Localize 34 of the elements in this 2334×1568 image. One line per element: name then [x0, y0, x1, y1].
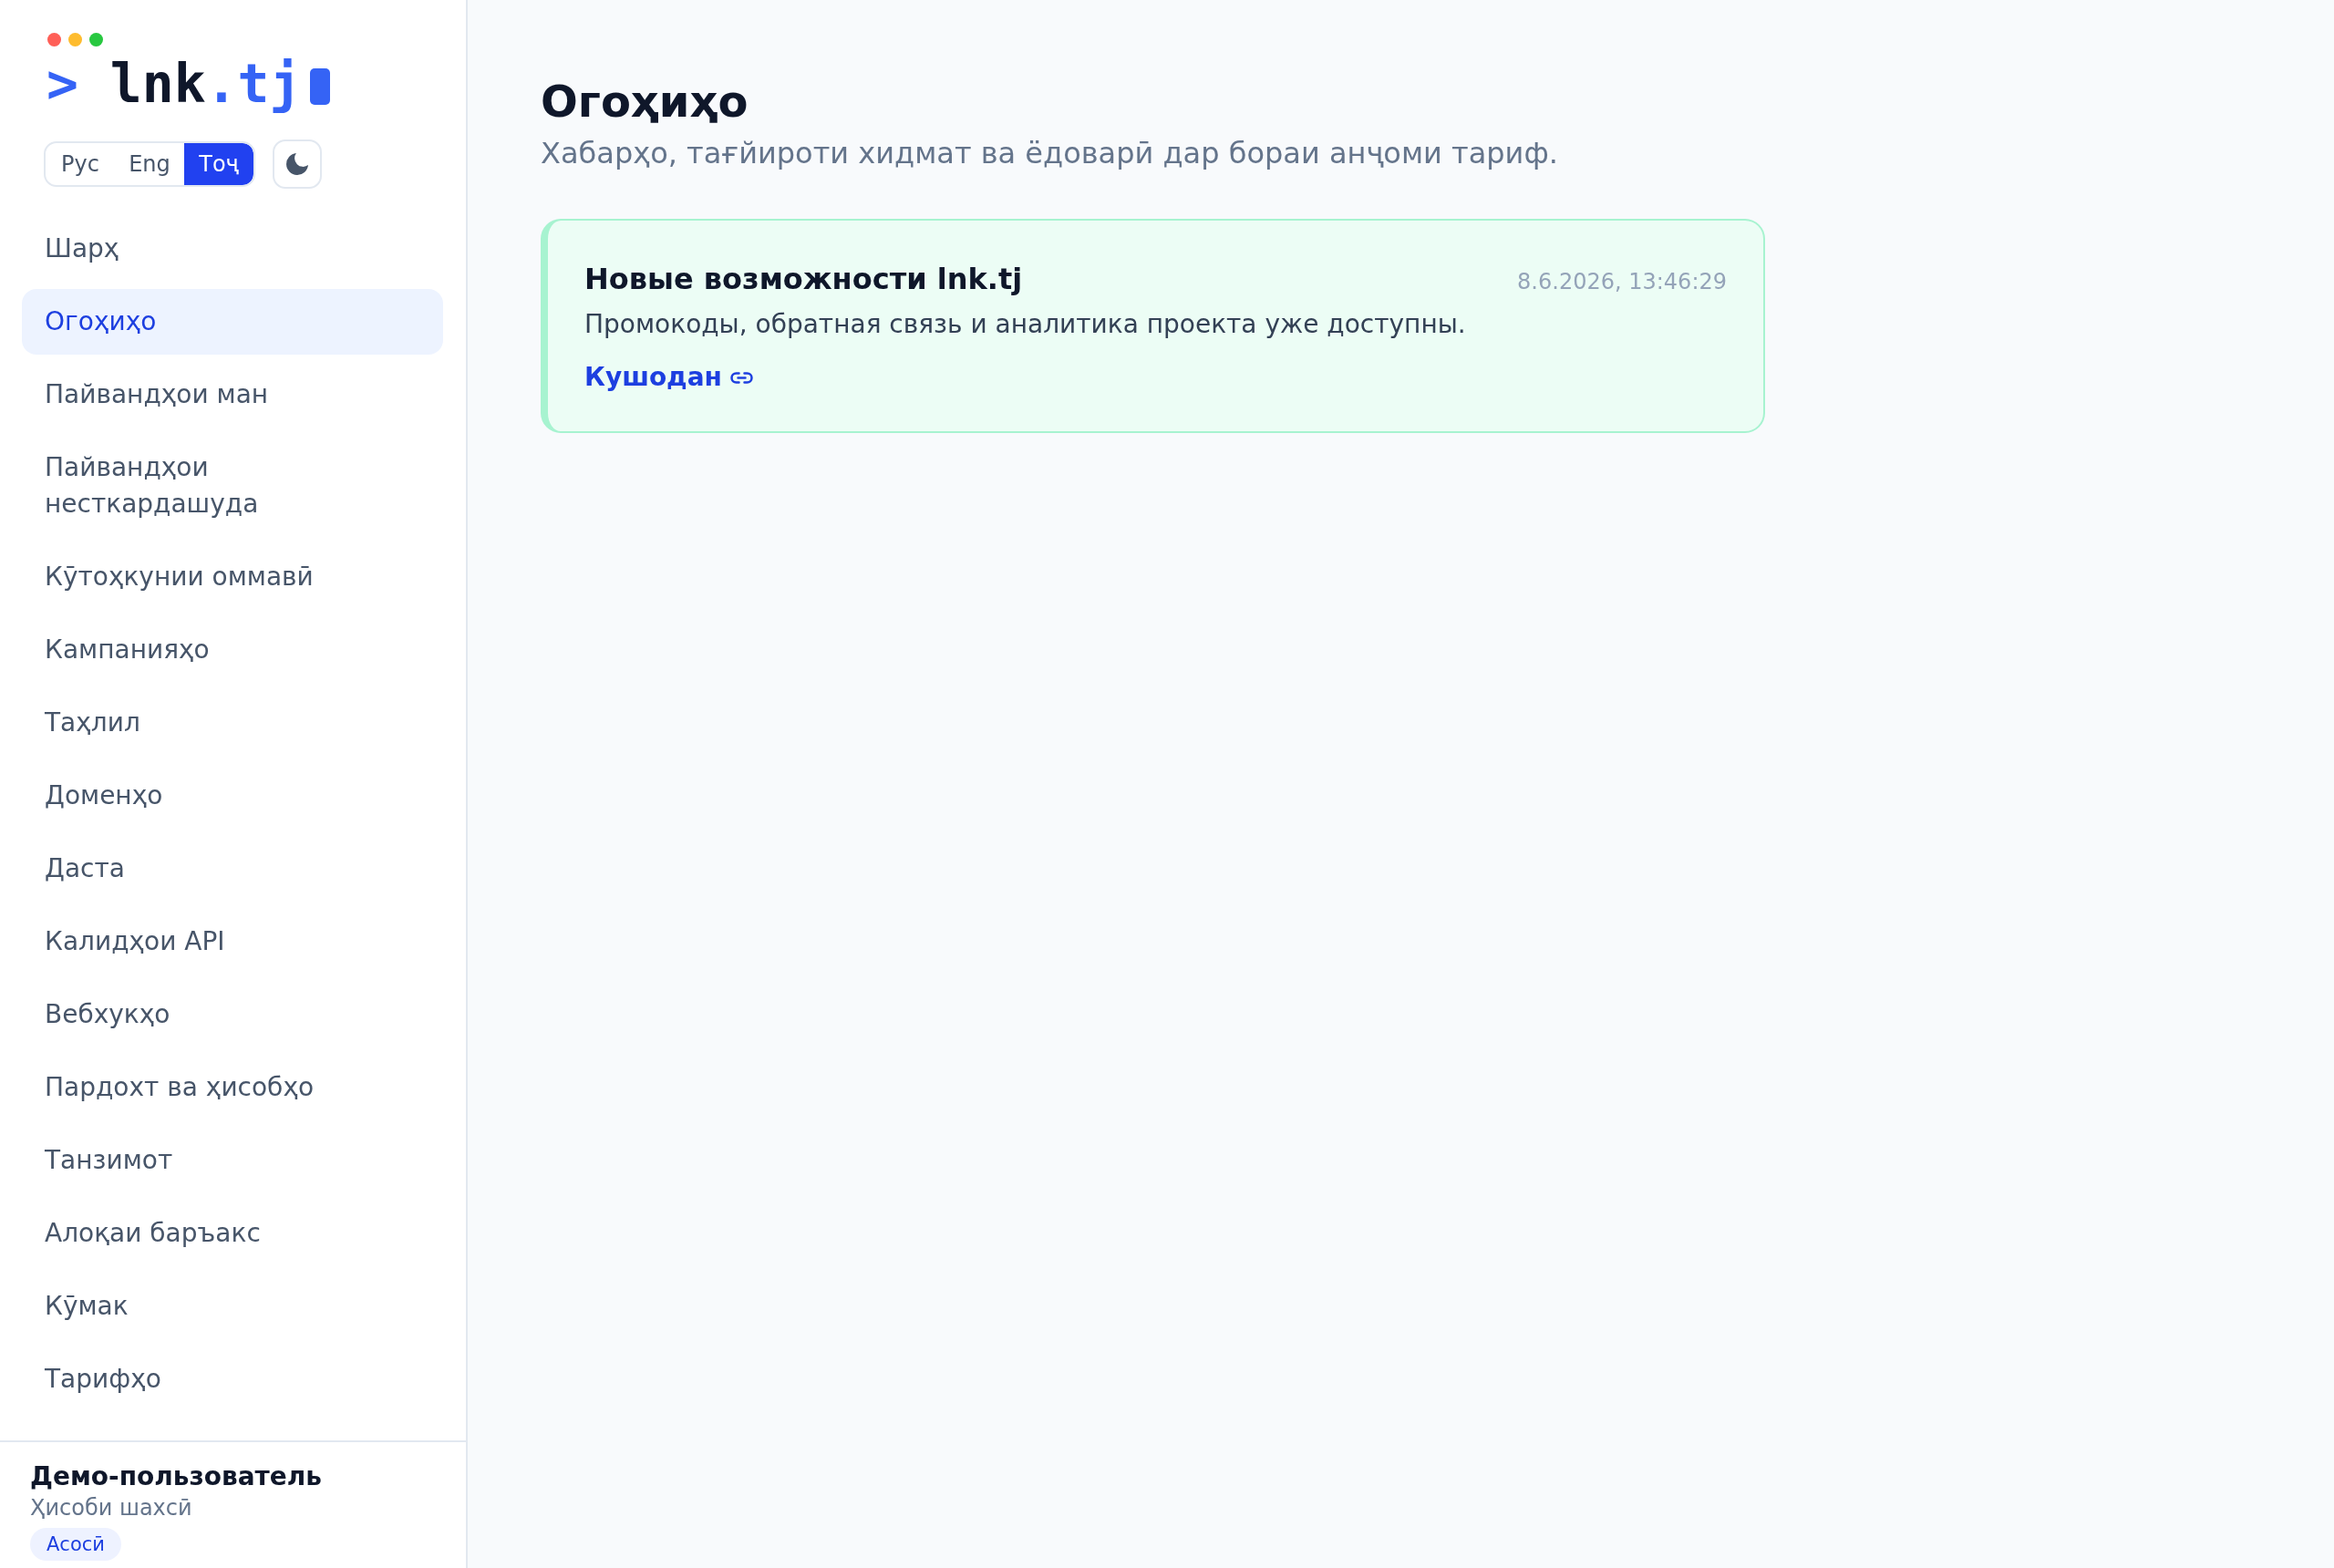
nav-item[interactable]: Пайвандҳои несткардашуда: [22, 435, 443, 537]
plan-badge: Асосӣ: [30, 1528, 121, 1561]
moon-icon: [286, 153, 308, 175]
nav-item[interactable]: Вебхукҳо: [22, 982, 443, 1047]
notification-text: Промокоды, обратная связь и аналитика проекта уже доступны.: [584, 308, 1467, 341]
nav-item[interactable]: Таҳлил: [22, 690, 443, 756]
page-title: Огоҳиҳо: [541, 77, 749, 127]
language-tab[interactable]: Eng: [115, 143, 184, 185]
nav-item[interactable]: Кӯмак: [22, 1274, 443, 1339]
nav-item[interactable]: Шарҳ: [22, 216, 443, 282]
notification-time: 8.6.2026, 13:46:29: [1517, 269, 1727, 294]
nav-item[interactable]: Тарифҳо: [22, 1346, 443, 1412]
nav-item[interactable]: Кӯтоҳкунии оммавӣ: [22, 544, 443, 610]
account-type: Ҳисоби шахсӣ: [30, 1494, 193, 1522]
nav-item[interactable]: Пайвандҳои ман: [22, 362, 443, 428]
nav-item[interactable]: Кампанияҳо: [22, 617, 443, 683]
page-subtitle: Хабарҳо, тағйироти хидмат ва ёдоварӣ дар бораи анҷоми тариф.: [541, 135, 1559, 172]
nav-item[interactable]: Огоҳиҳо: [22, 289, 443, 355]
user-name: Демо-пользователь: [30, 1460, 324, 1493]
open-link[interactable]: Кушодан: [584, 359, 753, 396]
nav-item[interactable]: Доменҳо: [22, 763, 443, 829]
language-tab[interactable]: Тоҷ: [184, 143, 253, 185]
window-dots-icon: [47, 33, 103, 46]
theme-toggle-button[interactable]: [273, 139, 322, 189]
nav-item[interactable]: Пардохт ва ҳисобҳо: [22, 1055, 443, 1120]
link-icon: [729, 371, 753, 384]
nav-item[interactable]: Танзимот: [22, 1128, 443, 1193]
nav-item[interactable]: Алоқаи баръакс: [22, 1201, 443, 1266]
nav-item[interactable]: Калидҳои API: [22, 909, 443, 975]
logo-text: > lnk.tj: [46, 57, 302, 111]
nav-item[interactable]: Даста: [22, 836, 443, 902]
cursor-block-icon: [310, 68, 331, 105]
notification-title: Новые возможности lnk.tj: [584, 261, 1023, 297]
language-tab[interactable]: Рус: [46, 143, 115, 185]
